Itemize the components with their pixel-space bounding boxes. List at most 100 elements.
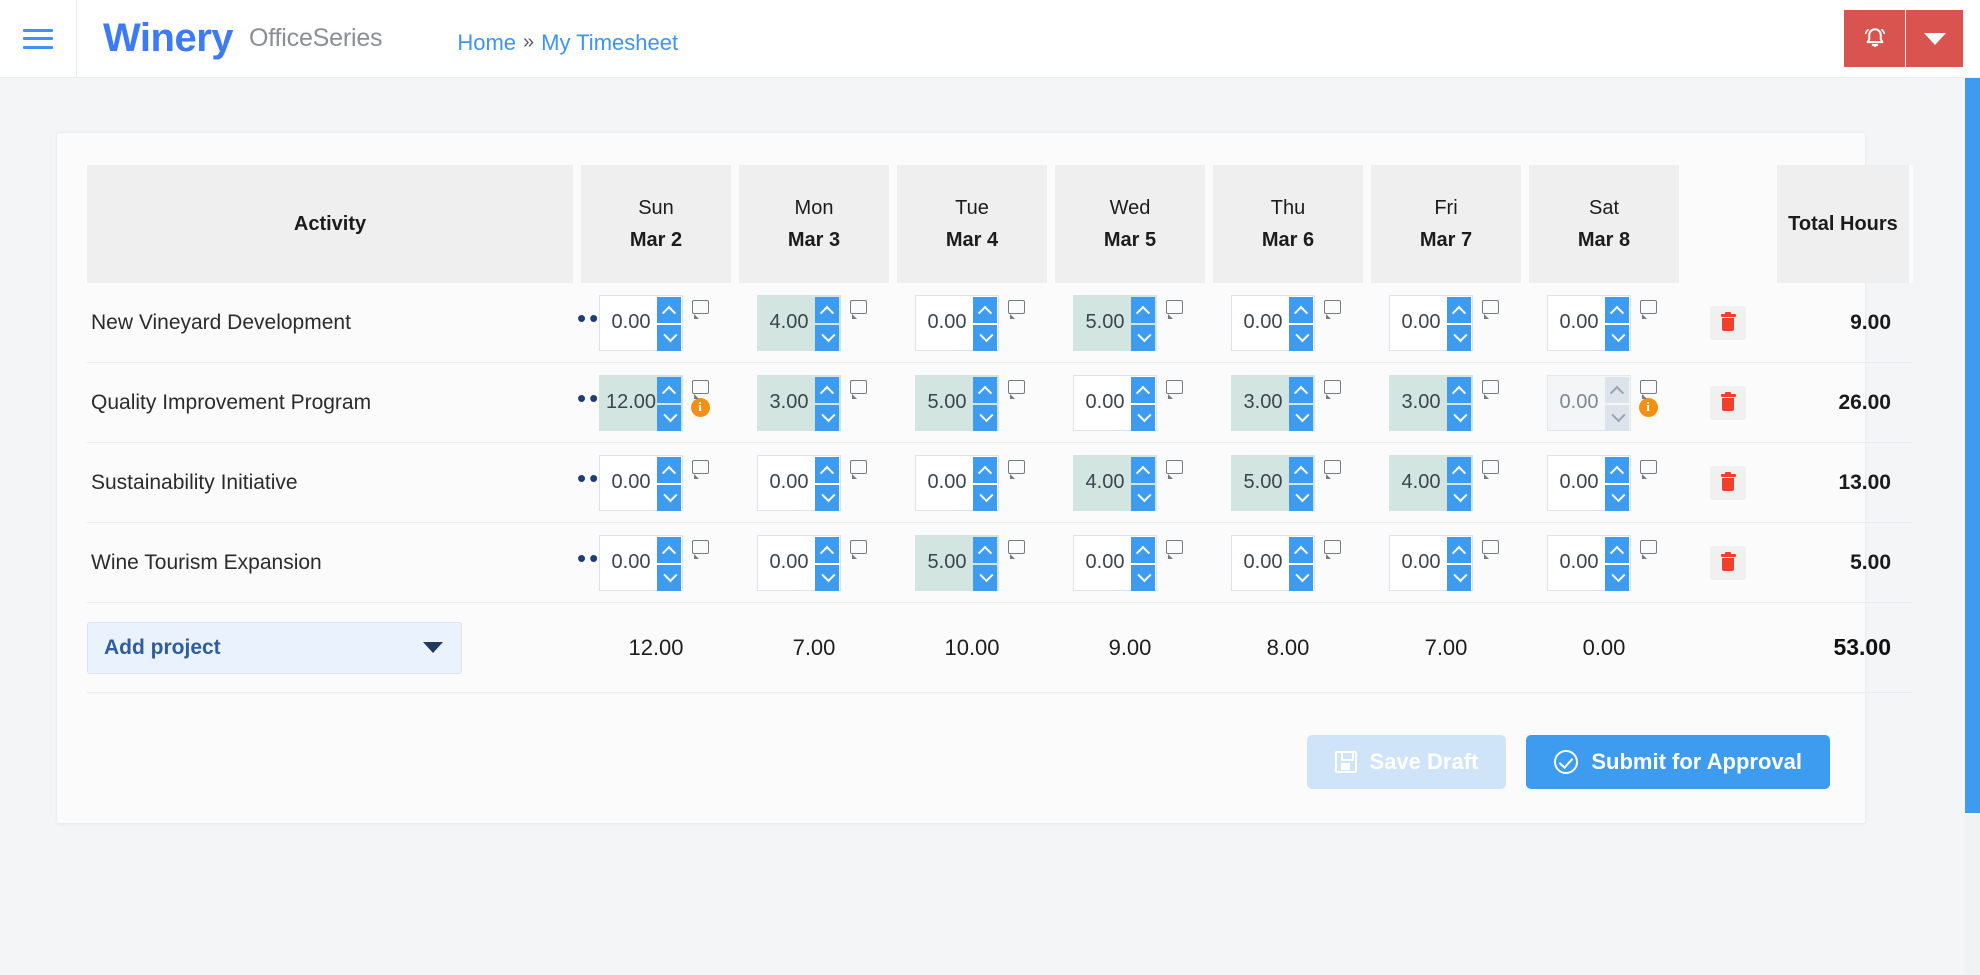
stepper-up-button[interactable] [1289,377,1313,403]
comment-icon[interactable] [1482,380,1499,394]
info-icon[interactable]: i [1639,398,1658,417]
submit-for-approval-button[interactable]: Submit for Approval [1526,735,1830,789]
stepper-up-button[interactable] [657,537,681,563]
hours-input-0-6[interactable]: 0.00 [1547,295,1631,351]
stepper-up-button[interactable] [1605,297,1629,323]
menu-toggle-button[interactable] [0,0,77,77]
stepper-up-button[interactable] [1447,297,1471,323]
stepper-down-button[interactable] [1447,405,1471,431]
delete-row-button[interactable] [1710,386,1746,420]
hours-input-2-5[interactable]: 4.00 [1389,455,1473,511]
stepper-down-button[interactable] [657,565,681,591]
comment-icon[interactable] [692,460,709,474]
stepper-up-button[interactable] [815,377,839,403]
delete-row-button[interactable] [1710,306,1746,340]
stepper-down-button[interactable] [815,325,839,351]
notifications-button[interactable] [1844,10,1906,67]
delete-row-button[interactable] [1710,546,1746,580]
stepper-up-button[interactable] [1289,457,1313,483]
comment-icon[interactable] [1640,380,1657,394]
comment-icon[interactable] [1640,540,1657,554]
stepper-down-button[interactable] [973,485,997,511]
stepper-up-button[interactable] [1447,377,1471,403]
stepper-down-button[interactable] [1605,405,1629,431]
stepper-down-button[interactable] [815,565,839,591]
stepper-up-button[interactable] [1447,457,1471,483]
hours-input-2-0[interactable]: 0.00 [599,455,683,511]
stepper-down-button[interactable] [1131,325,1155,351]
stepper-down-button[interactable] [1289,485,1313,511]
stepper-down-button[interactable] [1131,565,1155,591]
comment-icon[interactable] [850,300,867,314]
stepper-down-button[interactable] [657,485,681,511]
comment-icon[interactable] [1324,460,1341,474]
comment-icon[interactable] [1640,460,1657,474]
comment-icon[interactable] [1008,540,1025,554]
stepper-down-button[interactable] [1289,405,1313,431]
stepper-up-button[interactable] [815,537,839,563]
stepper-up-button[interactable] [973,537,997,563]
comment-icon[interactable] [1324,300,1341,314]
hours-input-0-3[interactable]: 5.00 [1073,295,1157,351]
stepper-up-button[interactable] [1131,537,1155,563]
stepper-down-button[interactable] [973,325,997,351]
stepper-down-button[interactable] [815,405,839,431]
stepper-down-button[interactable] [1289,325,1313,351]
hours-input-1-0[interactable]: 12.00 [599,375,683,431]
stepper-up-button[interactable] [1131,297,1155,323]
info-icon[interactable]: i [691,398,710,417]
save-draft-button[interactable]: Save Draft [1307,735,1507,789]
stepper-down-button[interactable] [1447,565,1471,591]
comment-icon[interactable] [692,540,709,554]
comment-icon[interactable] [1166,380,1183,394]
hours-input-0-5[interactable]: 0.00 [1389,295,1473,351]
hours-input-1-2[interactable]: 5.00 [915,375,999,431]
hours-input-1-4[interactable]: 3.00 [1231,375,1315,431]
hours-input-3-1[interactable]: 0.00 [757,535,841,591]
stepper-up-button[interactable] [815,297,839,323]
stepper-down-button[interactable] [657,325,681,351]
stepper-down-button[interactable] [1447,325,1471,351]
hours-input-3-6[interactable]: 0.00 [1547,535,1631,591]
comment-icon[interactable] [692,380,709,394]
hours-input-1-3[interactable]: 0.00 [1073,375,1157,431]
stepper-up-button[interactable] [1131,377,1155,403]
comment-icon[interactable] [1166,460,1183,474]
stepper-down-button[interactable] [1447,485,1471,511]
stepper-up-button[interactable] [1131,457,1155,483]
stepper-down-button[interactable] [973,405,997,431]
stepper-up-button[interactable] [657,297,681,323]
stepper-up-button[interactable] [973,457,997,483]
stepper-up-button[interactable] [973,377,997,403]
breadcrumb-home-link[interactable]: Home [457,30,516,56]
breadcrumb-current-page[interactable]: My Timesheet [541,30,678,56]
comment-icon[interactable] [1008,460,1025,474]
comment-icon[interactable] [1166,540,1183,554]
comment-icon[interactable] [1640,300,1657,314]
page-scrollbar-thumb[interactable] [1965,78,1980,813]
comment-icon[interactable] [692,300,709,314]
stepper-down-button[interactable] [1605,325,1629,351]
hours-input-0-1[interactable]: 4.00 [757,295,841,351]
page-scrollbar-track[interactable] [1965,78,1980,975]
user-menu-button[interactable] [1906,10,1963,67]
stepper-up-button[interactable] [657,457,681,483]
comment-icon[interactable] [1324,540,1341,554]
stepper-down-button[interactable] [1289,565,1313,591]
hours-input-0-4[interactable]: 0.00 [1231,295,1315,351]
delete-row-button[interactable] [1710,466,1746,500]
comment-icon[interactable] [1324,380,1341,394]
hours-input-2-4[interactable]: 5.00 [1231,455,1315,511]
hours-input-2-6[interactable]: 0.00 [1547,455,1631,511]
stepper-up-button[interactable] [1605,457,1629,483]
comment-icon[interactable] [1166,300,1183,314]
hours-input-1-5[interactable]: 3.00 [1389,375,1473,431]
stepper-up-button[interactable] [1289,537,1313,563]
stepper-down-button[interactable] [657,405,681,431]
comment-icon[interactable] [1008,380,1025,394]
stepper-down-button[interactable] [1131,405,1155,431]
hours-input-1-1[interactable]: 3.00 [757,375,841,431]
comment-icon[interactable] [1008,300,1025,314]
comment-icon[interactable] [1482,460,1499,474]
hours-input-2-3[interactable]: 4.00 [1073,455,1157,511]
